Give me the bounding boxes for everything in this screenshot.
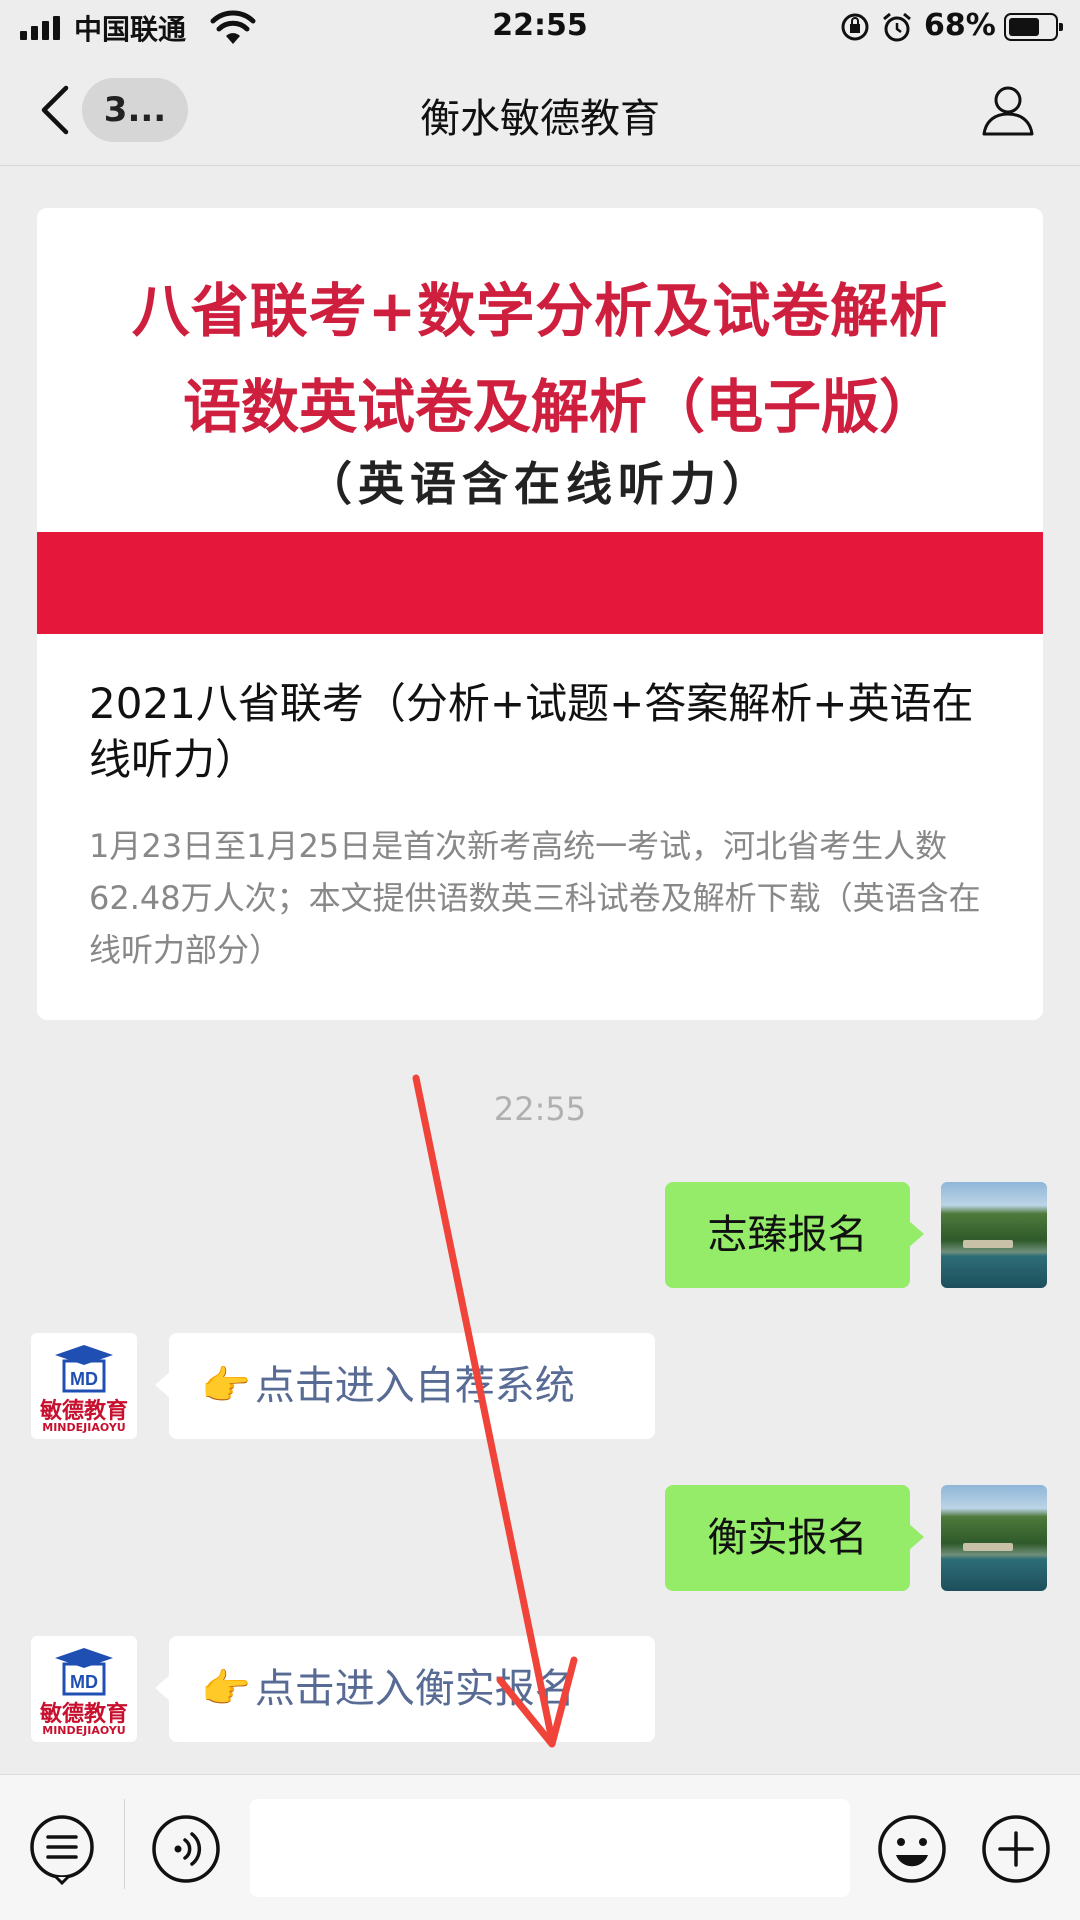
message-bubble-received[interactable]: 👉 点击进入衡实报名 bbox=[155, 1636, 655, 1742]
emoji-icon[interactable] bbox=[876, 1813, 948, 1885]
status-time: 22:55 bbox=[492, 8, 588, 43]
logo-name-en: MINDEJIAOYU bbox=[42, 1421, 126, 1434]
article-cover-image: 八省联考+数学分析及试卷解析 语数英试卷及解析（电子版） （英语含在线听力） bbox=[37, 208, 1043, 634]
orientation-lock-icon bbox=[841, 13, 869, 41]
article-description: 1月23日至1月25日是首次新考高统一考试，河北省考生人数62.48万人次；本文… bbox=[89, 827, 981, 969]
pointing-finger-icon: 👉 bbox=[201, 1666, 251, 1712]
cover-headline-1: 八省联考+数学分析及试卷解析 bbox=[131, 277, 949, 345]
message-bubble-received[interactable]: 👉 点击进入自荐系统 bbox=[155, 1333, 655, 1439]
graduation-cap-icon: MD bbox=[55, 1345, 113, 1393]
status-bar: 中国联通 22:55 68% bbox=[0, 0, 1080, 56]
pointing-finger-icon: 👉 bbox=[201, 1363, 251, 1409]
input-bar-divider bbox=[124, 1799, 125, 1889]
article-card[interactable]: 八省联考+数学分析及试卷解析 语数英试卷及解析（电子版） （英语含在线听力） 2… bbox=[37, 208, 1043, 1020]
user-avatar[interactable] bbox=[941, 1485, 1047, 1591]
battery-percent: 68% bbox=[924, 8, 996, 43]
message-input[interactable] bbox=[250, 1799, 850, 1897]
alarm-icon bbox=[883, 12, 911, 42]
cover-headline-2: 语数英试卷及解析（电子版） bbox=[182, 373, 937, 441]
user-avatar[interactable] bbox=[941, 1182, 1047, 1288]
plus-icon[interactable] bbox=[980, 1813, 1052, 1885]
logo-mark-text: MD bbox=[70, 1672, 98, 1692]
graduation-cap-icon: MD bbox=[55, 1648, 113, 1696]
nav-bar: 3... 衡水敏德教育 bbox=[0, 56, 1080, 166]
account-avatar[interactable]: MD 敏德教育 MINDEJIAOYU bbox=[31, 1636, 137, 1742]
account-avatar[interactable]: MD 敏德教育 MINDEJIAOYU bbox=[31, 1333, 137, 1439]
voice-icon[interactable] bbox=[150, 1813, 222, 1885]
message-bubble-sent[interactable]: 志臻报名 bbox=[665, 1182, 924, 1288]
message-bubble-sent[interactable]: 衡实报名 bbox=[665, 1485, 924, 1591]
message-link-text[interactable]: 点击进入衡实报名 bbox=[255, 1666, 575, 1712]
article-title: 2021八省联考（分析+试题+答案解析+英语在线听力） bbox=[89, 679, 974, 784]
battery-icon bbox=[1004, 13, 1063, 41]
cover-subline: （英语含在线听力） bbox=[306, 457, 774, 511]
cover-red-band bbox=[37, 532, 1043, 634]
message-link-text[interactable]: 点击进入自荐系统 bbox=[255, 1363, 575, 1409]
logo-name-en: MINDEJIAOYU bbox=[42, 1724, 126, 1737]
person-icon[interactable] bbox=[980, 82, 1036, 138]
logo-mark-text: MD bbox=[70, 1369, 98, 1389]
chat-input-bar bbox=[0, 1774, 1080, 1920]
message-timestamp: 22:55 bbox=[493, 1090, 587, 1128]
page-title: 衡水敏德教育 bbox=[420, 96, 660, 142]
menu-list-icon[interactable] bbox=[26, 1813, 98, 1885]
